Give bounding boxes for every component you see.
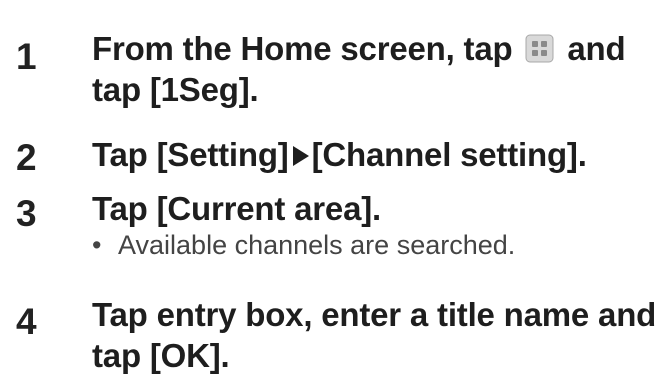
step-instruction: From the Home screen, tap and tap [1Seg]… — [92, 28, 662, 110]
step-number: 1 — [16, 36, 37, 77]
step-text-before-icon: From the Home screen, tap — [92, 30, 513, 67]
step-number: 3 — [16, 193, 37, 234]
step-instruction: Tap entry box, enter a title name and ta… — [92, 296, 657, 374]
app-launcher-icon — [525, 31, 554, 63]
right-triangle-icon — [292, 136, 310, 166]
step-number: 2 — [16, 137, 37, 178]
step-instruction: Tap [Setting] [Channel setting]. — [92, 134, 662, 175]
step-note: • Available channels are searched. — [92, 228, 652, 262]
bullet-icon: • — [92, 230, 102, 260]
step-instruction: Tap [Current area]. — [92, 190, 381, 227]
instruction-steps: 1 From the Home screen, tap and tap [1Se… — [0, 0, 667, 374]
step-note-text: Available channels are searched. — [118, 230, 516, 260]
step-text-after-arrow: [Channel setting]. — [311, 136, 587, 173]
step-number: 4 — [16, 301, 37, 342]
step-text-before-arrow: Tap [Setting] — [92, 136, 289, 173]
